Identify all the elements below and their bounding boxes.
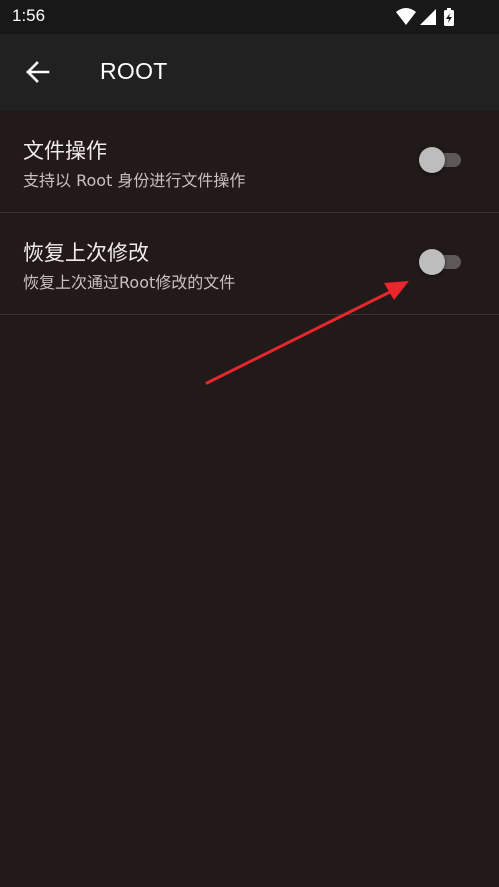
status-bar: 1:56 xyxy=(0,0,499,34)
wifi-icon xyxy=(396,8,416,25)
setting-subtitle: 支持以 Root 身份进行文件操作 xyxy=(23,171,246,190)
status-time: 1:56 xyxy=(12,6,46,25)
setting-row-restore-last-modification[interactable]: 恢复上次修改 恢复上次通过Root修改的文件 xyxy=(0,213,499,314)
setting-title: 恢复上次修改 xyxy=(23,241,149,265)
setting-title: 文件操作 xyxy=(23,139,107,163)
cell-signal-icon xyxy=(420,9,436,25)
arrow-back-icon xyxy=(26,61,50,83)
back-button[interactable] xyxy=(16,50,60,94)
file-operations-switch[interactable] xyxy=(419,147,461,173)
divider xyxy=(0,314,499,315)
status-icons xyxy=(395,7,465,27)
switch-thumb xyxy=(419,249,445,275)
setting-subtitle: 恢复上次通过Root修改的文件 xyxy=(23,273,236,292)
restore-last-modification-switch[interactable] xyxy=(419,249,461,275)
app-bar: ROOT xyxy=(0,34,499,111)
battery-charging-icon xyxy=(444,8,454,26)
switch-thumb xyxy=(419,147,445,173)
page-title: ROOT xyxy=(100,58,168,84)
setting-row-file-operations[interactable]: 文件操作 支持以 Root 身份进行文件操作 xyxy=(0,111,499,212)
